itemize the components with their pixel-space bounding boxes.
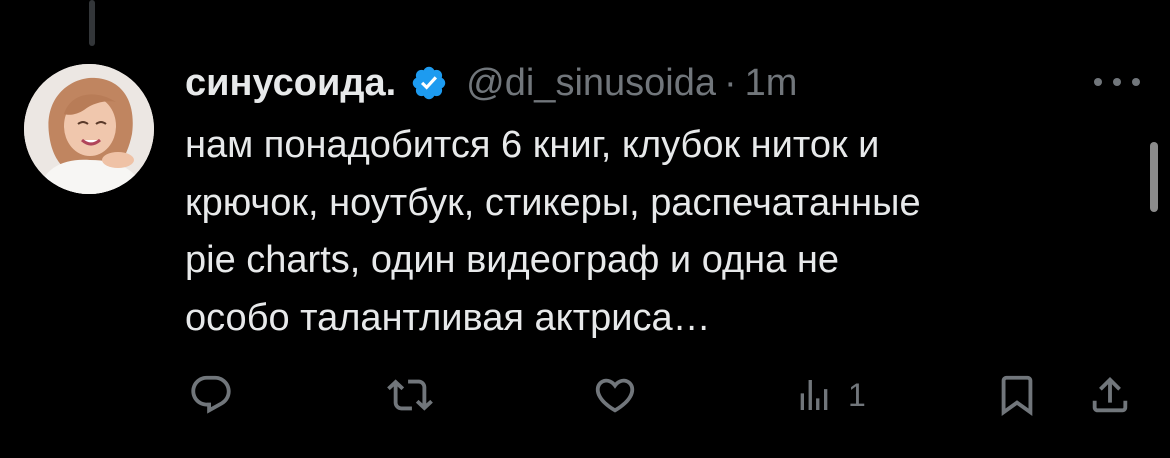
avatar[interactable]	[24, 64, 154, 194]
more-options-icon[interactable]	[1094, 70, 1140, 94]
avatar-photo	[24, 64, 154, 194]
bookmark-icon	[1001, 375, 1033, 416]
share-icon	[1092, 376, 1128, 413]
views-count: 1	[848, 376, 866, 413]
bookmark-button[interactable]	[994, 372, 1040, 418]
reply-icon	[191, 375, 231, 414]
author-handle[interactable]: @di_sinusoida	[466, 62, 716, 105]
verified-badge-icon	[410, 64, 448, 102]
more-dot	[1094, 78, 1102, 86]
reply-button[interactable]	[188, 372, 234, 418]
views-icon	[800, 380, 828, 410]
header-separator: ·	[724, 61, 737, 104]
tweet-timestamp[interactable]: 1m	[745, 62, 798, 105]
tweet-header: синусоида. @di_sinusoida · 1m	[185, 58, 797, 108]
thread-connector-line	[89, 0, 95, 46]
more-dot	[1113, 78, 1121, 86]
author-name[interactable]: синусоида.	[185, 62, 396, 105]
tweet-text: нам понадобится 6 книг, клубок ниток и к…	[185, 124, 921, 339]
views-button[interactable]: 1	[794, 372, 866, 418]
more-dot	[1132, 78, 1140, 86]
like-button[interactable]	[592, 372, 638, 418]
retweet-button[interactable]	[385, 372, 435, 418]
retweet-icon	[387, 379, 433, 411]
share-button[interactable]	[1087, 372, 1133, 418]
like-icon	[595, 378, 635, 413]
scrollbar-thumb[interactable]	[1150, 142, 1158, 212]
